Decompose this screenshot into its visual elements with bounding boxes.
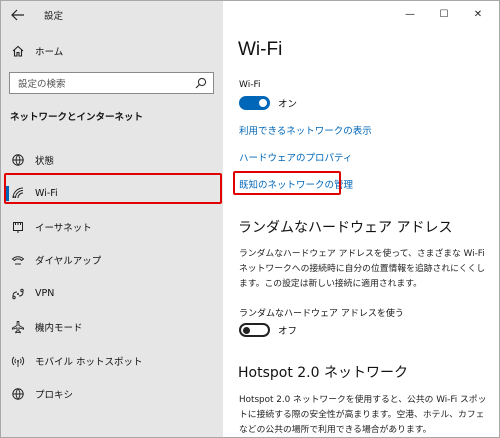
page-title: Wi-Fi bbox=[238, 39, 283, 60]
hotspot-icon bbox=[1, 354, 35, 368]
wifi-toggle-state: オン bbox=[278, 99, 298, 110]
sidebar: 設定 ホーム 設定の検索 ネットワークとインターネット 状態 Wi-Fi イーサ… bbox=[1, 1, 223, 437]
vpn-icon bbox=[1, 287, 35, 301]
title-bar: 設定 bbox=[1, 1, 223, 29]
search-placeholder: 設定の検索 bbox=[18, 79, 66, 90]
sidebar-item-home[interactable]: ホーム bbox=[1, 39, 223, 63]
search-icon bbox=[195, 74, 207, 93]
random-hw-toggle-label: ランダムなハードウェア アドレスを使う bbox=[239, 309, 404, 319]
ethernet-icon bbox=[1, 220, 35, 234]
random-hw-description: ランダムなハードウェア アドレスを使って、さまざまな Wi-Fi ネットワークへ… bbox=[239, 249, 486, 289]
sidebar-item-label: VPN bbox=[35, 288, 55, 300]
toggle-knob bbox=[259, 99, 267, 107]
home-label: ホーム bbox=[35, 47, 64, 58]
sidebar-item-proxy[interactable]: プロキシ bbox=[1, 378, 223, 412]
hotspot-heading: Hotspot 2.0 ネットワーク bbox=[238, 365, 408, 381]
sidebar-item-label: プロキシ bbox=[35, 390, 74, 402]
sidebar-item-hotspot[interactable]: モバイル ホットスポット bbox=[1, 344, 223, 378]
sidebar-item-label: モバイル ホットスポット bbox=[35, 356, 143, 368]
globe-status-icon bbox=[1, 153, 35, 167]
settings-window: 設定 ホーム 設定の検索 ネットワークとインターネット 状態 Wi-Fi イーサ… bbox=[0, 0, 500, 438]
available-networks-link[interactable]: 利用できるネットワークの表示 bbox=[239, 123, 372, 137]
wifi-toggle-label: Wi-Fi bbox=[239, 80, 261, 90]
back-arrow-icon[interactable] bbox=[1, 1, 35, 29]
random-hw-toggle-state: オフ bbox=[278, 326, 298, 337]
sidebar-item-ethernet[interactable]: イーサネット bbox=[1, 210, 223, 244]
window-controls: — ☐ ✕ bbox=[393, 1, 495, 27]
hardware-properties-link[interactable]: ハードウェアのプロパティ bbox=[239, 150, 352, 164]
toggle-knob bbox=[243, 326, 250, 334]
sidebar-item-vpn[interactable]: VPN bbox=[1, 277, 223, 311]
random-hw-heading: ランダムなハードウェア アドレス bbox=[238, 220, 453, 236]
maximize-icon[interactable]: ☐ bbox=[427, 2, 461, 26]
sidebar-item-label: 機内モード bbox=[35, 323, 83, 335]
hotspot-description: Hotspot 2.0 ネットワークを使用すると、公共の Wi-Fi スポットに… bbox=[239, 395, 487, 435]
globe-icon bbox=[1, 387, 35, 401]
section-title: ネットワークとインターネット bbox=[10, 112, 144, 123]
sidebar-item-dialup[interactable]: ダイヤルアップ bbox=[1, 244, 223, 278]
sidebar-item-airplane[interactable]: 機内モード bbox=[1, 311, 223, 345]
sidebar-item-status[interactable]: 状態 bbox=[1, 143, 223, 177]
random-hw-toggle[interactable] bbox=[239, 323, 270, 337]
search-input[interactable]: 設定の検索 bbox=[9, 72, 214, 94]
random-hw-toggle-row: オフ bbox=[239, 323, 297, 337]
wifi-toggle[interactable] bbox=[239, 96, 270, 110]
home-icon bbox=[1, 44, 35, 58]
sidebar-item-label: ダイヤルアップ bbox=[35, 256, 102, 268]
minimize-icon[interactable]: — bbox=[393, 2, 427, 26]
sidebar-item-label: イーサネット bbox=[35, 222, 92, 234]
sidebar-item-label: 状態 bbox=[35, 155, 55, 167]
manage-known-highlight-annotation bbox=[233, 171, 341, 195]
window-title: 設定 bbox=[44, 11, 64, 22]
close-icon[interactable]: ✕ bbox=[461, 2, 495, 26]
wifi-highlight-annotation bbox=[4, 173, 222, 204]
wifi-toggle-row: オン bbox=[239, 96, 297, 110]
dialup-icon bbox=[1, 253, 35, 267]
airplane-icon bbox=[1, 320, 35, 334]
main-content: — ☐ ✕ Wi-Fi Wi-Fi オン 利用できるネットワークの表示 ハードウ… bbox=[223, 1, 499, 437]
